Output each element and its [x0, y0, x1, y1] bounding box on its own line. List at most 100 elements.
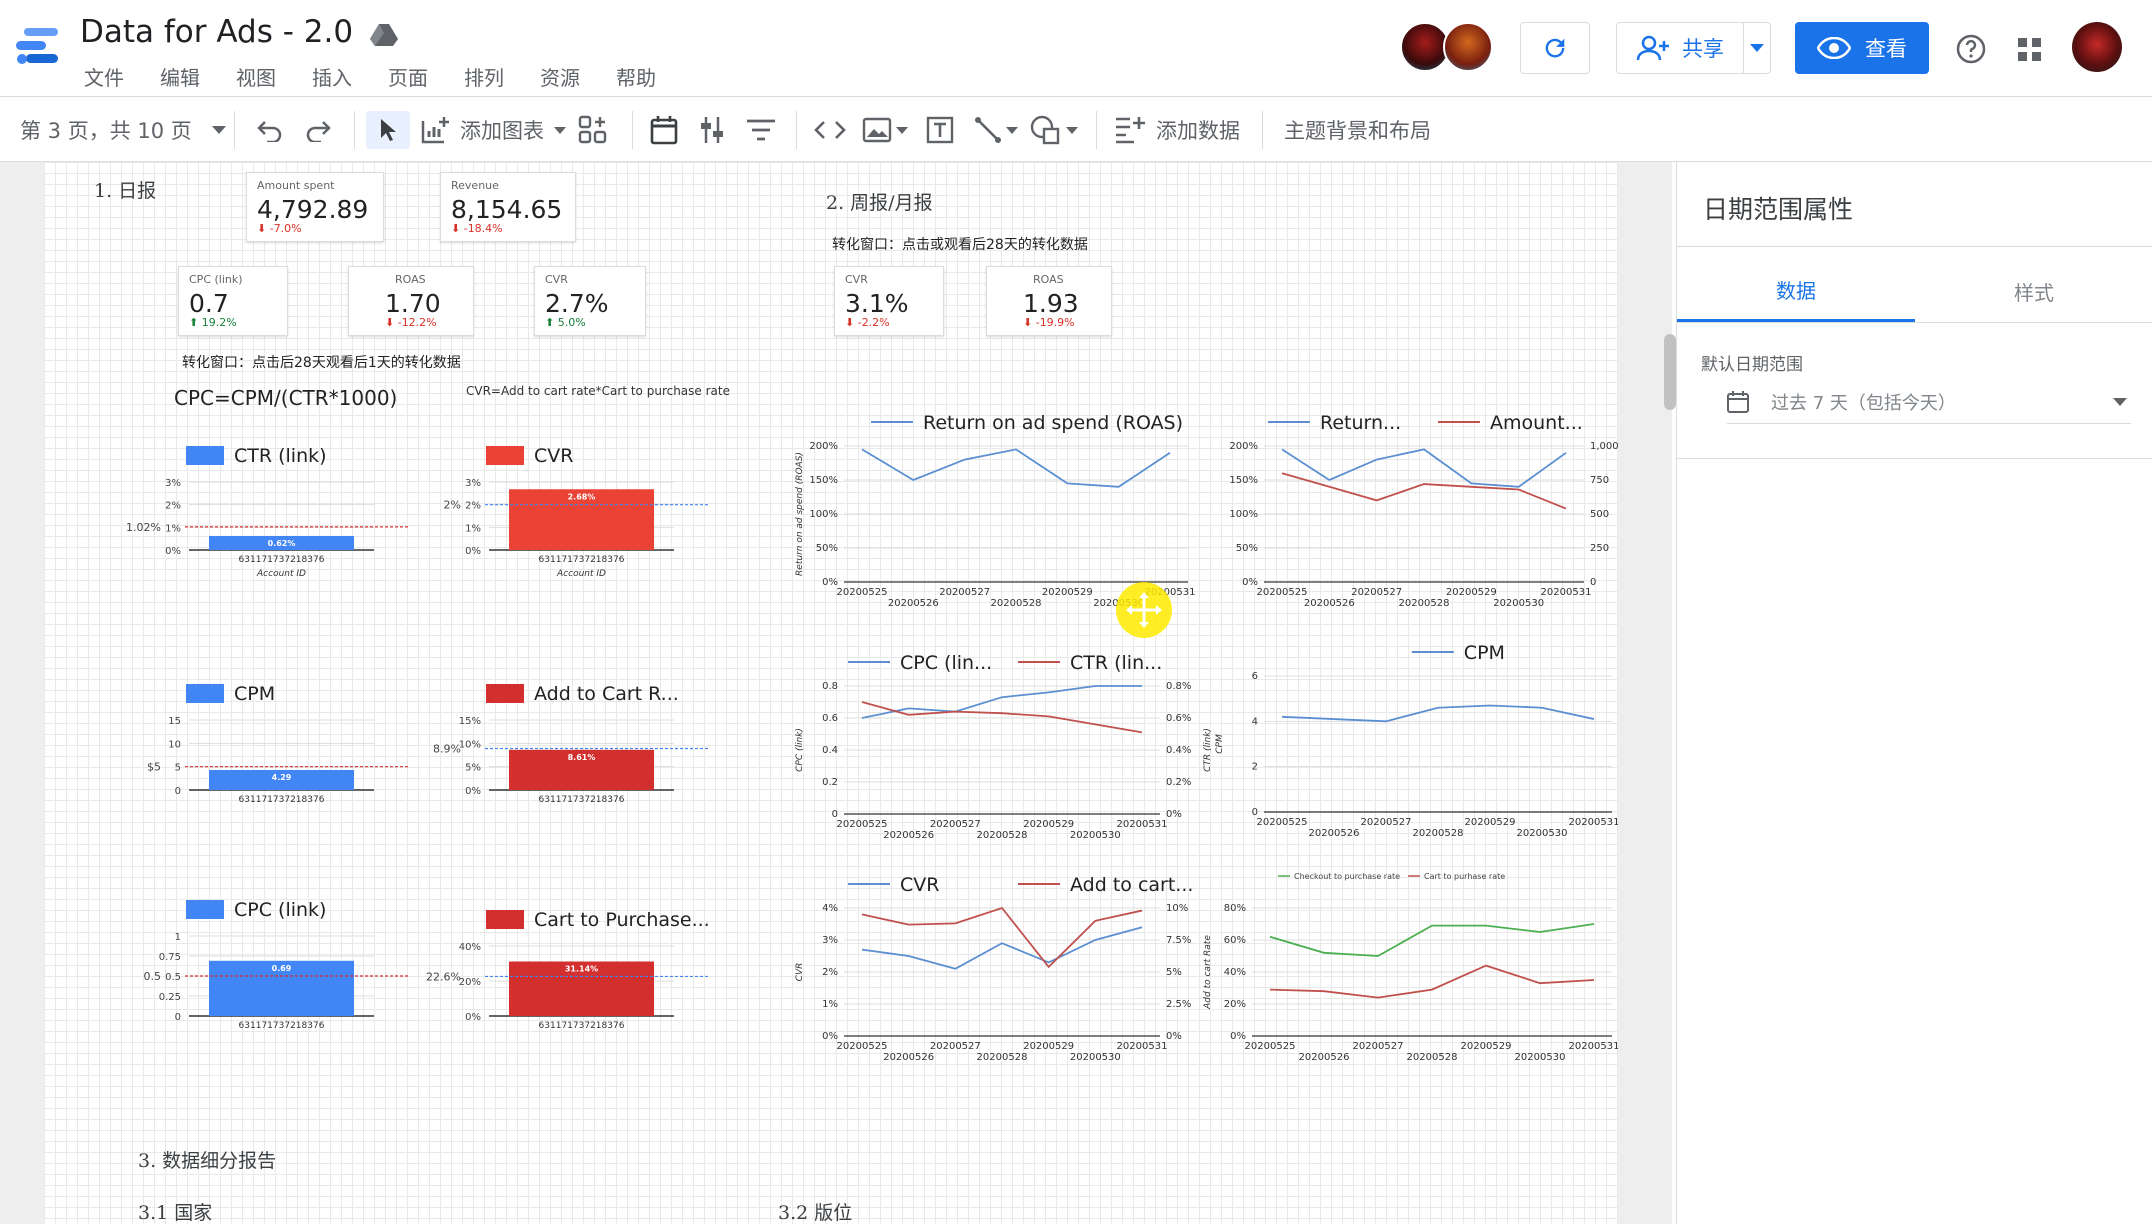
scorecard-cvr[interactable]: CVR 2.7% ⬆ 5.0%	[534, 266, 646, 336]
page-selector[interactable]: 第 3 页，共 10 页	[20, 111, 226, 149]
filter-control-button[interactable]	[746, 111, 776, 149]
y-tick-label: 0.8	[822, 681, 838, 692]
add-to-cart-bar-chart[interactable]: Add to Cart R... 0% 5% 10% 15% 8.61% 8.9% 63117…	[404, 676, 744, 816]
x-tick-label: 20200528	[991, 598, 1042, 609]
scorecard-amount-spent[interactable]: Amount spent 4,792.89 ⬇ -7.0%	[246, 172, 384, 242]
y-tick-label: 15	[168, 716, 181, 727]
y-right-tick-label: 10%	[1166, 903, 1188, 914]
tab-style[interactable]: 样式	[1915, 260, 2152, 322]
move-cursor-icon	[1116, 582, 1172, 638]
cart-to-purchase-bar-chart[interactable]: Cart to Purchase... 0% 20% 40% 31.14% 22.6% 63…	[404, 902, 744, 1042]
logo-icon[interactable]	[16, 26, 62, 66]
redo-button[interactable]	[304, 111, 332, 149]
scorecard-value: 3.1%	[845, 289, 909, 318]
collaborator-avatar[interactable]	[1443, 22, 1493, 72]
y-tick-label: 80%	[1224, 903, 1246, 914]
legend-label: CPC (lin...	[900, 652, 992, 674]
text-box-icon	[926, 116, 954, 144]
embed-url-button[interactable]	[814, 111, 846, 149]
cpc-bar-chart[interactable]: CPC (link) 0 0.25 0.5 0.75 1 0.69 0.5 6311717372…	[104, 892, 444, 1042]
menu-view[interactable]: 视图	[236, 62, 276, 91]
data-control-button[interactable]	[700, 111, 726, 149]
select-tool-button[interactable]	[366, 111, 410, 149]
y-tick-label: 1%	[465, 523, 481, 534]
scorecard-value: 8,154.65	[451, 195, 563, 224]
legend-label: Cart to purhase rate	[1424, 872, 1505, 881]
roas-amount-line-chart[interactable]: Return... Amount... 0% 50% 100% 150% 200% 0 250 5…	[1208, 400, 1618, 618]
menu-file[interactable]: 文件	[84, 62, 124, 91]
refresh-button[interactable]	[1520, 22, 1590, 74]
x-tick-label: 631171737218376	[539, 795, 625, 805]
bar-value-label: 8.61%	[568, 753, 596, 762]
x-tick-label: 631171737218376	[539, 1021, 625, 1031]
tab-data-label: 数据	[1776, 279, 1816, 303]
menu-insert[interactable]: 插入	[312, 62, 352, 91]
y-tick-label: 10%	[459, 739, 481, 750]
image-button[interactable]	[862, 111, 908, 149]
y-right-tick-label: 0%	[1166, 809, 1182, 820]
scorecard-cpc[interactable]: CPC (link) 0.7 ⬆ 19.2%	[178, 266, 288, 336]
report-page[interactable]: 1. 日报 2. 周报/月报 3. 数据细分报告 3.1 国家 3.2 版位 转…	[44, 162, 1618, 1224]
date-range-dropdown[interactable]: 过去 7 天（包括今天）	[1727, 380, 2131, 424]
apps-grid-icon[interactable]	[2018, 38, 2042, 66]
text-box-button[interactable]	[926, 111, 954, 149]
canvas-scrollbar[interactable]	[1664, 334, 1676, 410]
menu-bar: 文件 编辑 视图 插入 页面 排列 资源 帮助	[84, 62, 692, 91]
tab-data[interactable]: 数据	[1677, 260, 1915, 322]
scorecard-delta: ⬇ -19.9%	[1023, 316, 1075, 329]
date-range-button[interactable]	[650, 111, 678, 149]
shape-button[interactable]	[1030, 111, 1078, 149]
add-chart-button[interactable]: 添加图表	[420, 111, 566, 149]
report-title[interactable]: Data for Ads - 2.0	[80, 14, 353, 50]
bar-value-label: 2.68%	[568, 492, 596, 501]
drive-icon[interactable]	[370, 22, 398, 50]
section-country: 3.1 国家	[138, 1202, 213, 1224]
cvr-bar-chart[interactable]: CVR 0% 1% 2% 3% 2.68% 2% 631171737218376 Account…	[404, 438, 744, 588]
share-button[interactable]: 共享	[1616, 22, 1744, 74]
ctr-bar-chart[interactable]: CTR (link) 0% 1% 2% 3% 0.62% 1.02% 631171737218…	[104, 438, 444, 588]
menu-arrange[interactable]: 排列	[464, 62, 504, 91]
menu-resource[interactable]: 资源	[540, 62, 580, 91]
cpc-ctr-line-chart[interactable]: CPC (lin... CTR (lin... 0 0.2 0.4 0.6 0.8 0% 0.2…	[788, 640, 1224, 850]
scorecard-roas-weekly[interactable]: ROAS 1.93 ⬇ -19.9%	[986, 266, 1112, 336]
funnel-rate-line-chart[interactable]: Checkout to purchase rate Cart to purhase…	[1208, 862, 1618, 1072]
scorecard-delta: ⬆ 19.2%	[189, 316, 237, 329]
x-tick-label: 20200527	[1353, 1041, 1404, 1052]
series-line	[861, 926, 1143, 970]
view-button[interactable]: 查看	[1795, 22, 1929, 74]
y-tick-label: 4%	[822, 903, 838, 914]
theme-layout-button[interactable]: 主题背景和布局	[1284, 111, 1431, 149]
help-icon[interactable]	[1956, 34, 1986, 68]
menu-help[interactable]: 帮助	[616, 62, 656, 91]
share-dropdown-button[interactable]	[1743, 22, 1771, 74]
legend-label: Return on ad spend (ROAS)	[923, 412, 1183, 434]
add-data-button[interactable]: 添加数据	[1114, 111, 1240, 149]
user-avatar[interactable]	[2072, 22, 2122, 72]
y-tick-label: 4	[1252, 716, 1258, 727]
chart-svg: Return... Amount...0%50%100%150%200%02505…	[1229, 412, 1618, 609]
y-right-tick-label: 750	[1590, 475, 1609, 486]
scorecard-revenue[interactable]: Revenue 8,154.65 ⬇ -18.4%	[440, 172, 576, 242]
undo-button[interactable]	[256, 111, 284, 149]
reference-label: $5	[147, 761, 161, 774]
x-tick-label: 631171737218376	[239, 795, 325, 805]
share-label: 共享	[1682, 37, 1724, 61]
legend-label: Cart to Purchase...	[534, 909, 710, 931]
x-tick-label: 20200526	[883, 1052, 934, 1063]
y-tick-label: 10	[168, 739, 181, 750]
cvr-add-to-cart-line-chart[interactable]: CVR Add to cart... 0% 1% 2% 3% 4% 0% 2.5% 5% 7.5% 1…	[788, 862, 1224, 1072]
scorecard-cvr-weekly[interactable]: CVR 3.1% ⬇ -2.2%	[834, 266, 944, 336]
cpm-line-chart[interactable]: CPM 0 2 4 6 CPM 20200525 20200526 20200527 202005…	[1208, 630, 1618, 848]
menu-page[interactable]: 页面	[388, 62, 428, 91]
properties-panel: 日期范围属性 数据 样式 默认日期范围 过去 7 天（包括今天）	[1676, 162, 2152, 1224]
line-button[interactable]	[974, 111, 1018, 149]
cpm-bar-chart[interactable]: CPM 0 5 10 15 4.29 $5 631171737218376	[104, 676, 444, 816]
add-control-button[interactable]	[578, 111, 608, 149]
menu-edit[interactable]: 编辑	[160, 62, 200, 91]
x-tick-label: 20200531	[1569, 817, 1618, 828]
y-tick-label: 50%	[1236, 543, 1258, 554]
y-tick-label: 2%	[822, 967, 838, 978]
theme-label: 主题背景和布局	[1284, 119, 1431, 143]
scorecard-roas[interactable]: ROAS 1.70 ⬇ -12.2%	[348, 266, 474, 336]
y-tick-label: 200%	[1229, 441, 1258, 452]
